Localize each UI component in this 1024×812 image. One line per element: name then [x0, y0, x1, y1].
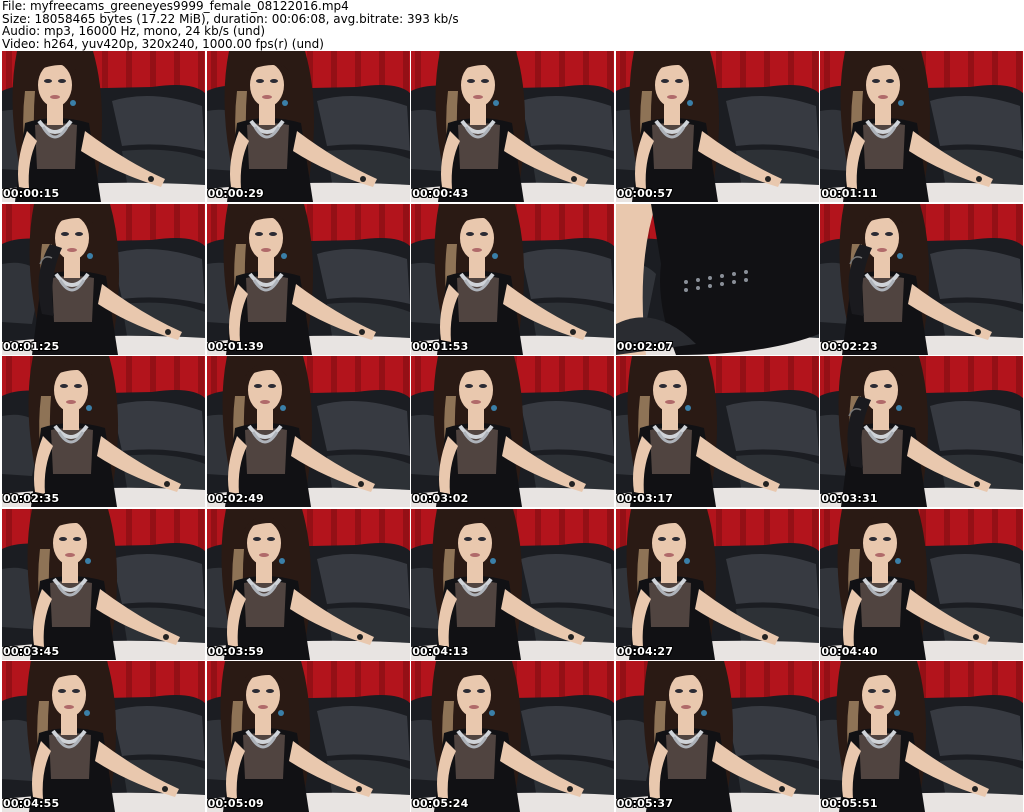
video-frame-thumbnail: 00:02:49	[206, 356, 410, 508]
frame-timestamp: 00:04:40	[821, 644, 878, 658]
video-frame-thumbnail: 00:00:57	[615, 51, 819, 202]
frame-timestamp: 00:04:13	[412, 644, 469, 658]
video-frame-thumbnail: 00:05:24	[411, 661, 615, 812]
frame-timestamp: 00:01:53	[412, 339, 469, 353]
video-frame-thumbnail: 00:05:51	[820, 661, 1024, 812]
file-line: File: myfreecams_greeneyes9999_female_08…	[2, 0, 349, 13]
info-header: File: myfreecams_greeneyes9999_female_08…	[2, 0, 1022, 50]
frame-image	[615, 203, 819, 355]
video-frame-thumbnail: 00:03:59	[206, 508, 410, 660]
frame-timestamp: 00:00:43	[412, 187, 469, 200]
video-line: Video: h264, yuv420p, 320x240, 1000.00 f…	[2, 36, 324, 51]
frame-timestamp: 00:01:25	[3, 339, 60, 353]
frame-timestamp: 00:00:29	[207, 187, 264, 200]
video-frame-thumbnail: 00:04:55	[2, 661, 205, 812]
frame-image	[820, 203, 1024, 355]
frame-timestamp: 00:01:39	[207, 339, 264, 353]
frame-image	[206, 203, 410, 355]
frame-image	[615, 356, 819, 508]
frame-image	[2, 356, 205, 508]
video-frame-thumbnail: 00:02:07	[615, 203, 819, 355]
frame-image	[411, 51, 615, 202]
video-frame-thumbnail: 00:04:40	[820, 508, 1024, 660]
frame-timestamp: 00:00:57	[616, 187, 674, 200]
frame-timestamp: 00:02:49	[207, 492, 264, 506]
frame-timestamp: 00:04:27	[616, 644, 674, 658]
frame-timestamp: 00:03:45	[3, 644, 60, 658]
frame-image	[2, 51, 205, 202]
video-frame-thumbnail: 00:01:39	[206, 203, 410, 355]
audio-line: Audio: mp3, 16000 Hz, mono, 24 kb/s (und…	[2, 24, 266, 38]
frame-timestamp: 00:04:55	[3, 797, 60, 811]
frame-image	[2, 661, 205, 812]
frame-image	[411, 661, 615, 812]
frame-timestamp: 00:01:11	[821, 187, 878, 200]
frame-timestamp: 00:02:35	[3, 492, 60, 506]
frame-image	[615, 51, 819, 202]
video-frame-thumbnail: 00:03:31	[820, 356, 1024, 508]
frame-image	[206, 51, 410, 202]
video-frame-thumbnail: 00:01:11	[820, 51, 1024, 202]
frame-image	[820, 51, 1024, 202]
video-frame-thumbnail: 00:03:17	[615, 356, 819, 508]
video-frame-thumbnail: 00:05:09	[206, 661, 410, 812]
frame-timestamp: 00:02:23	[821, 339, 878, 353]
frame-image	[820, 661, 1024, 812]
thumbnail-grid: 00:00:15 00:00:29 00:00:43 00:00:57 00:01:11…	[2, 51, 1024, 812]
video-frame-thumbnail: 00:00:43	[411, 51, 615, 202]
video-frame-thumbnail: 00:00:29	[206, 51, 410, 202]
video-frame-thumbnail: 00:03:45	[2, 508, 205, 660]
frame-timestamp: 00:05:09	[207, 797, 264, 811]
frame-image	[820, 508, 1024, 660]
frame-image	[206, 661, 410, 812]
video-frame-thumbnail: 00:02:23	[820, 203, 1024, 355]
frame-timestamp: 00:03:17	[616, 492, 674, 506]
video-frame-thumbnail: 00:04:27	[615, 508, 819, 660]
frame-timestamp: 00:03:02	[412, 492, 469, 506]
frame-image	[2, 508, 205, 660]
frame-timestamp: 00:02:07	[616, 339, 674, 353]
video-frame-thumbnail: 00:00:15	[2, 51, 205, 202]
video-frame-thumbnail: 00:03:02	[411, 356, 615, 508]
frame-timestamp: 00:00:15	[3, 187, 60, 200]
frame-timestamp: 00:05:51	[821, 797, 878, 811]
video-frame-thumbnail: 00:02:35	[2, 356, 205, 508]
frame-image	[206, 356, 410, 508]
frame-image	[206, 508, 410, 660]
frame-image	[411, 356, 615, 508]
video-frame-thumbnail: 00:01:25	[2, 203, 205, 355]
frame-timestamp: 00:03:59	[207, 644, 264, 658]
frame-image	[411, 508, 615, 660]
video-frame-thumbnail: 00:05:37	[615, 661, 819, 812]
frame-image	[615, 508, 819, 660]
frame-timestamp: 00:05:24	[412, 797, 469, 811]
frame-timestamp: 00:05:37	[616, 797, 674, 811]
frame-timestamp: 00:03:31	[821, 492, 878, 506]
frame-image	[2, 203, 205, 355]
video-frame-thumbnail: 00:01:53	[411, 203, 615, 355]
frame-image	[820, 356, 1024, 508]
frame-image	[411, 203, 615, 355]
video-frame-thumbnail: 00:04:13	[411, 508, 615, 660]
frame-image	[615, 661, 819, 812]
